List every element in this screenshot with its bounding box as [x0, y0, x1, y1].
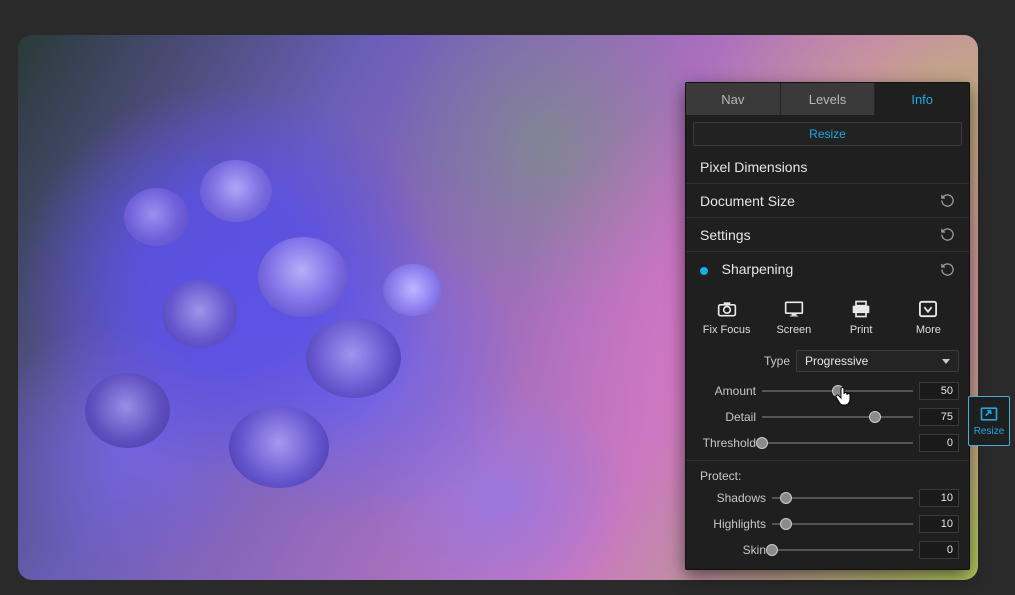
sharpening-label: Sharpening	[722, 261, 794, 277]
highlights-label: Highlights	[696, 517, 766, 531]
reset-icon[interactable]	[935, 189, 959, 213]
section-document-size[interactable]: Document Size	[686, 184, 969, 218]
amount-value[interactable]: 50	[919, 382, 959, 400]
preset-more-label: More	[916, 324, 941, 336]
reset-icon[interactable]	[935, 257, 959, 281]
protect-label: Protect:	[686, 460, 969, 485]
section-settings[interactable]: Settings	[686, 218, 969, 252]
settings-label: Settings	[700, 227, 751, 243]
slider-threshold: Threshold 0	[686, 430, 969, 456]
skin-thumb[interactable]	[766, 544, 778, 556]
section-pixel-dimensions[interactable]: Pixel Dimensions	[686, 150, 969, 184]
resize-button[interactable]: Resize	[693, 122, 962, 146]
skin-value[interactable]: 0	[919, 541, 959, 559]
tab-info[interactable]: Info	[875, 83, 969, 115]
threshold-value[interactable]: 0	[919, 434, 959, 452]
detail-label: Detail	[696, 410, 756, 424]
slider-detail: Detail 75	[686, 404, 969, 430]
shadows-label: Shadows	[696, 491, 766, 505]
tab-nav[interactable]: Nav	[686, 83, 781, 115]
tab-levels[interactable]: Levels	[781, 83, 876, 115]
type-select[interactable]: Progressive	[796, 350, 959, 372]
skin-slider[interactable]	[772, 541, 913, 559]
detail-slider[interactable]	[762, 408, 913, 426]
type-row: Type Progressive	[686, 346, 969, 378]
shadows-value[interactable]: 10	[919, 489, 959, 507]
threshold-label: Threshold	[696, 436, 756, 450]
enabled-dot-icon	[700, 267, 708, 275]
slider-amount: Amount 50	[686, 378, 969, 404]
floating-resize-label: Resize	[974, 426, 1005, 437]
pixel-dimensions-label: Pixel Dimensions	[700, 159, 807, 175]
shadows-thumb[interactable]	[780, 492, 792, 504]
preset-screen-label: Screen	[776, 324, 811, 336]
amount-slider[interactable]	[762, 382, 913, 400]
resize-icon	[979, 405, 999, 423]
detail-value[interactable]: 75	[919, 408, 959, 426]
document-size-label: Document Size	[700, 193, 795, 209]
amount-label: Amount	[696, 384, 756, 398]
skin-label: Skin	[696, 543, 766, 557]
camera-icon	[717, 300, 737, 318]
section-sharpening[interactable]: Sharpening	[686, 252, 969, 286]
threshold-slider[interactable]	[762, 434, 913, 452]
amount-thumb[interactable]	[832, 385, 844, 397]
panel-tabs: Nav Levels Info	[686, 83, 969, 115]
floating-resize-tool[interactable]: Resize	[968, 396, 1010, 446]
info-panel: Nav Levels Info Resize Pixel Dimensions …	[685, 82, 970, 570]
detail-thumb[interactable]	[869, 411, 881, 423]
preset-more[interactable]: More	[896, 296, 961, 340]
slider-highlights: Highlights 10	[686, 511, 969, 537]
reset-icon[interactable]	[935, 223, 959, 247]
preset-fix-focus-label: Fix Focus	[703, 324, 751, 336]
type-label: Type	[696, 354, 796, 368]
more-chevron-icon	[917, 300, 939, 318]
highlights-thumb[interactable]	[780, 518, 792, 530]
preset-icon-row: Fix Focus Screen Print More	[686, 286, 969, 346]
type-value: Progressive	[805, 354, 868, 368]
chevron-down-icon	[942, 359, 950, 364]
threshold-thumb[interactable]	[756, 437, 768, 449]
highlights-slider[interactable]	[772, 515, 913, 533]
preset-print[interactable]: Print	[829, 296, 894, 340]
shadows-slider[interactable]	[772, 489, 913, 507]
slider-skin: Skin 0	[686, 537, 969, 563]
preset-fix-focus[interactable]: Fix Focus	[694, 296, 759, 340]
preset-print-label: Print	[850, 324, 873, 336]
highlights-value[interactable]: 10	[919, 515, 959, 533]
preset-screen[interactable]: Screen	[761, 296, 826, 340]
monitor-icon	[784, 300, 804, 318]
slider-shadows: Shadows 10	[686, 485, 969, 511]
printer-icon	[851, 300, 871, 318]
